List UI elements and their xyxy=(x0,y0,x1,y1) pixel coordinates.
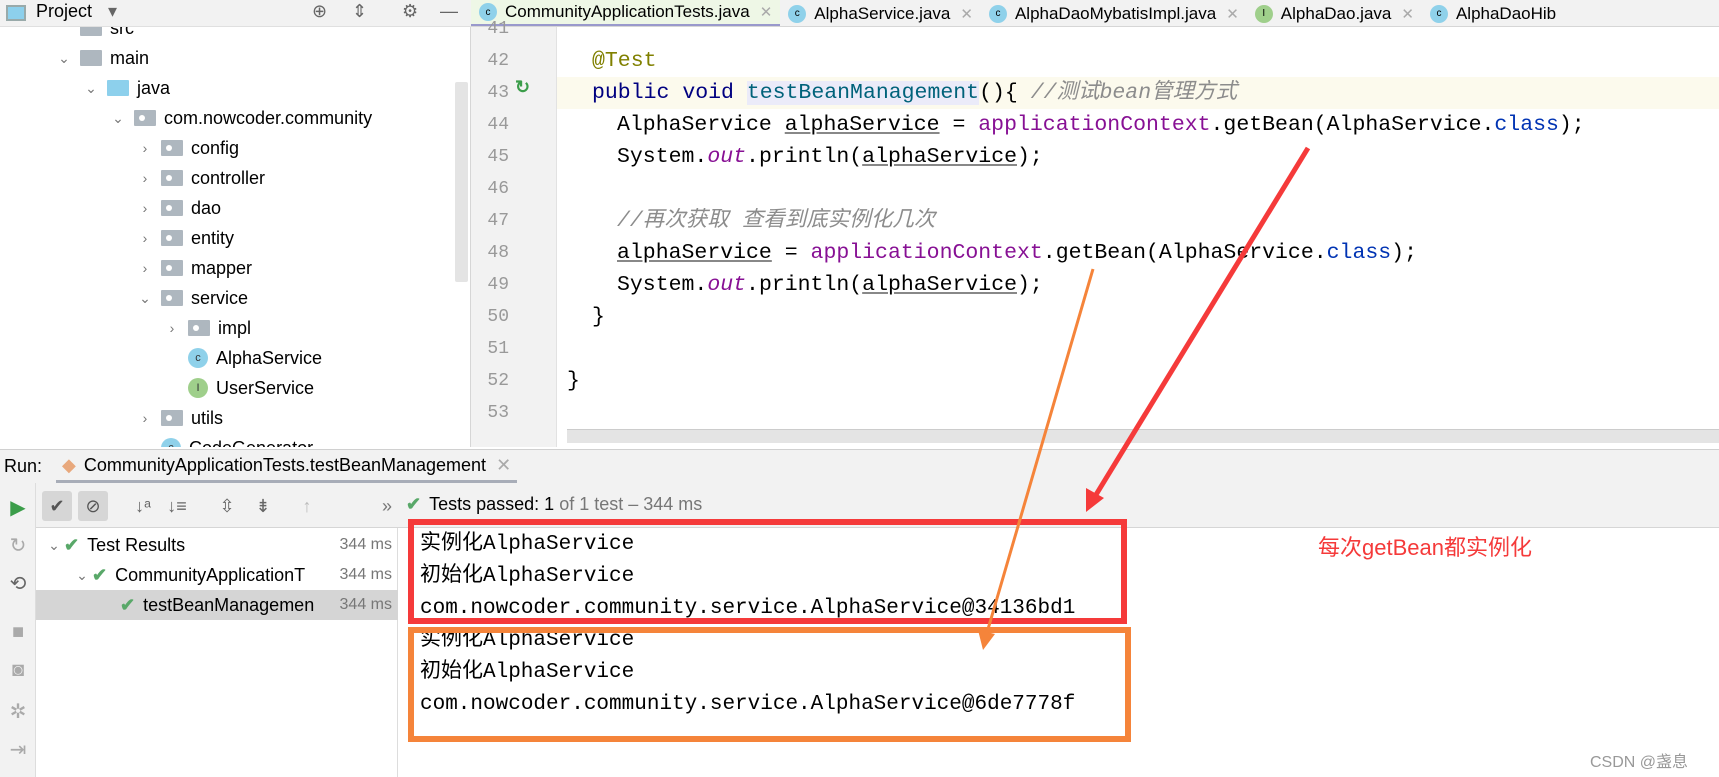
annotation-arrows xyxy=(978,146,1311,650)
red-arrow xyxy=(1091,146,1311,500)
watermark: CSDN @盏息 xyxy=(1590,754,1689,771)
orange-arrowhead xyxy=(978,630,995,650)
orange-arrow xyxy=(984,268,1095,637)
